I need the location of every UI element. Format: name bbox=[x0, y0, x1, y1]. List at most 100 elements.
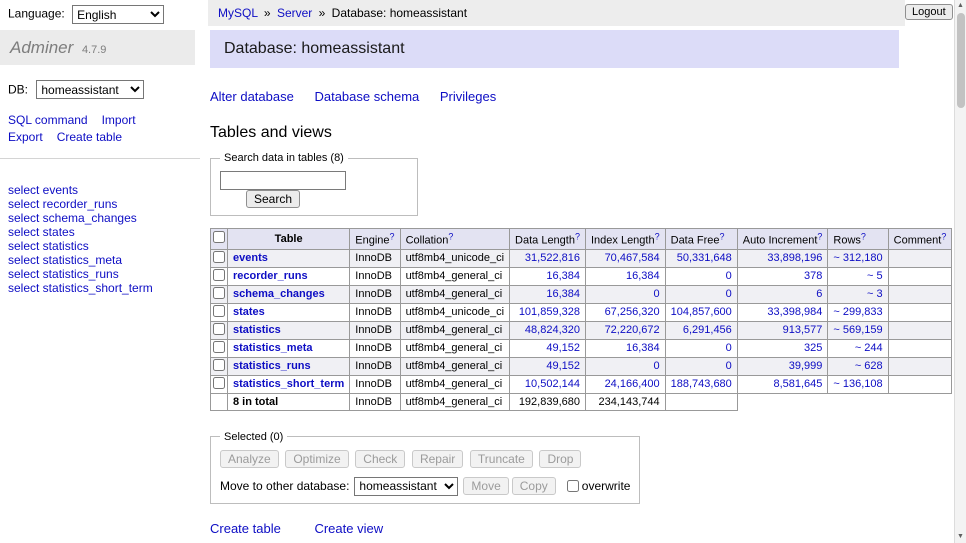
rows-count-link[interactable]: ~ 244 bbox=[855, 342, 883, 354]
table-name-link[interactable]: recorder_runs bbox=[233, 270, 308, 282]
create-table-link[interactable]: Create table bbox=[57, 130, 122, 144]
logout-button[interactable]: Logout bbox=[905, 4, 953, 20]
sidebar-item-select-statistics-meta[interactable]: select statistics_meta bbox=[8, 253, 192, 267]
data-free-link[interactable]: 0 bbox=[726, 342, 732, 354]
row-checkbox[interactable] bbox=[213, 287, 225, 299]
row-checkbox[interactable] bbox=[213, 377, 225, 389]
language-select[interactable]: English bbox=[72, 5, 164, 24]
sidebar-item-select-statistics-short-term[interactable]: select statistics_short_term bbox=[8, 281, 192, 295]
truncate-button[interactable]: Truncate bbox=[470, 450, 533, 468]
data-free-link[interactable]: 104,857,600 bbox=[671, 306, 732, 318]
privileges-link[interactable]: Privileges bbox=[440, 89, 496, 104]
data-length-link[interactable]: 49,152 bbox=[546, 360, 580, 372]
move-db-select[interactable]: homeassistant bbox=[354, 477, 458, 496]
index-length-link[interactable]: 0 bbox=[654, 360, 660, 372]
import-link[interactable]: Import bbox=[102, 113, 136, 127]
index-length-link[interactable]: 70,467,584 bbox=[605, 252, 660, 264]
alter-database-link[interactable]: Alter database bbox=[210, 89, 294, 104]
help-link[interactable]: ? bbox=[861, 235, 866, 247]
data-length-link[interactable]: 16,384 bbox=[546, 270, 580, 282]
breadcrumb-server-link[interactable]: Server bbox=[277, 6, 312, 20]
search-input[interactable] bbox=[220, 171, 346, 190]
table-name-link[interactable]: statistics bbox=[233, 324, 281, 336]
data-free-link[interactable]: 0 bbox=[726, 288, 732, 300]
select-all-checkbox[interactable] bbox=[213, 231, 225, 243]
help-link[interactable]: ? bbox=[720, 235, 725, 247]
optimize-button[interactable]: Optimize bbox=[285, 450, 348, 468]
rows-count-link[interactable]: ~ 5 bbox=[867, 270, 883, 282]
data-free-link[interactable]: 6,291,456 bbox=[683, 324, 732, 336]
table-name-link[interactable]: statistics_short_term bbox=[233, 378, 344, 390]
row-checkbox[interactable] bbox=[213, 323, 225, 335]
auto-increment-link[interactable]: 325 bbox=[804, 342, 822, 354]
db-select[interactable]: homeassistant bbox=[36, 80, 144, 99]
analyze-button[interactable]: Analyze bbox=[220, 450, 279, 468]
sidebar-item-select-events[interactable]: select events bbox=[8, 183, 192, 197]
auto-increment-link[interactable]: 39,999 bbox=[789, 360, 823, 372]
rows-count-link[interactable]: ~ 136,108 bbox=[833, 378, 882, 390]
auto-increment-link[interactable]: 33,398,984 bbox=[767, 306, 822, 318]
sidebar-item-select-statistics[interactable]: select statistics bbox=[8, 239, 192, 253]
sidebar-item-select-states[interactable]: select states bbox=[8, 225, 192, 239]
data-length-link[interactable]: 48,824,320 bbox=[525, 324, 580, 336]
table-name-link[interactable]: schema_changes bbox=[233, 288, 325, 300]
index-length-link[interactable]: 0 bbox=[654, 288, 660, 300]
auto-increment-link[interactable]: 913,577 bbox=[783, 324, 823, 336]
help-link[interactable]: ? bbox=[655, 235, 660, 247]
table-name-link[interactable]: statistics_runs bbox=[233, 360, 311, 372]
data-length-link[interactable]: 101,859,328 bbox=[519, 306, 580, 318]
sidebar-item-select-schema-changes[interactable]: select schema_changes bbox=[8, 211, 192, 225]
data-free-link[interactable]: 188,743,680 bbox=[671, 378, 732, 390]
data-length-link[interactable]: 16,384 bbox=[546, 288, 580, 300]
repair-button[interactable]: Repair bbox=[412, 450, 463, 468]
auto-increment-link[interactable]: 8,581,645 bbox=[773, 378, 822, 390]
index-length-link[interactable]: 16,384 bbox=[626, 342, 660, 354]
create-view-link[interactable]: Create view bbox=[314, 521, 383, 536]
sidebar-item-select-statistics-runs[interactable]: select statistics_runs bbox=[8, 267, 192, 281]
auto-increment-link[interactable]: 6 bbox=[816, 288, 822, 300]
check-button[interactable]: Check bbox=[355, 450, 405, 468]
data-free-link[interactable]: 50,331,648 bbox=[677, 252, 732, 264]
copy-button[interactable]: Copy bbox=[512, 477, 556, 495]
auto-increment-link[interactable]: 378 bbox=[804, 270, 822, 282]
data-length-link[interactable]: 49,152 bbox=[546, 342, 580, 354]
table-name-link[interactable]: events bbox=[233, 252, 268, 264]
move-button[interactable]: Move bbox=[463, 477, 508, 495]
rows-count-link[interactable]: ~ 299,833 bbox=[833, 306, 882, 318]
index-length-link[interactable]: 67,256,320 bbox=[605, 306, 660, 318]
auto-increment-link[interactable]: 33,898,196 bbox=[767, 252, 822, 264]
rows-count-link[interactable]: ~ 312,180 bbox=[833, 252, 882, 264]
rows-count-link[interactable]: ~ 569,159 bbox=[833, 324, 882, 336]
row-checkbox[interactable] bbox=[213, 305, 225, 317]
sidebar-item-select-recorder-runs[interactable]: select recorder_runs bbox=[8, 197, 192, 211]
drop-button[interactable]: Drop bbox=[539, 450, 581, 468]
export-link[interactable]: Export bbox=[8, 130, 43, 144]
data-length-link[interactable]: 10,502,144 bbox=[525, 378, 580, 390]
data-free-link[interactable]: 0 bbox=[726, 360, 732, 372]
table-name-link[interactable]: statistics_meta bbox=[233, 342, 313, 354]
help-link[interactable]: ? bbox=[448, 235, 453, 247]
database-schema-link[interactable]: Database schema bbox=[314, 89, 419, 104]
help-link[interactable]: ? bbox=[390, 235, 395, 247]
help-link[interactable]: ? bbox=[575, 235, 580, 247]
scroll-down-icon[interactable]: ▼ bbox=[955, 531, 966, 543]
row-checkbox[interactable] bbox=[213, 341, 225, 353]
vertical-scrollbar[interactable]: ▲ ▼ bbox=[954, 0, 966, 543]
row-checkbox[interactable] bbox=[213, 269, 225, 281]
scroll-up-icon[interactable]: ▲ bbox=[955, 0, 966, 12]
index-length-link[interactable]: 72,220,672 bbox=[605, 324, 660, 336]
create-table-link-main[interactable]: Create table bbox=[210, 521, 281, 536]
search-button[interactable]: Search bbox=[246, 190, 300, 208]
data-length-link[interactable]: 31,522,816 bbox=[525, 252, 580, 264]
adminer-logo[interactable]: Adminer bbox=[10, 38, 73, 57]
help-link[interactable]: ? bbox=[817, 235, 822, 247]
index-length-link[interactable]: 16,384 bbox=[626, 270, 660, 282]
scrollbar-thumb[interactable] bbox=[957, 13, 965, 108]
rows-count-link[interactable]: ~ 3 bbox=[867, 288, 883, 300]
overwrite-checkbox[interactable] bbox=[567, 480, 579, 492]
data-free-link[interactable]: 0 bbox=[726, 270, 732, 282]
index-length-link[interactable]: 24,166,400 bbox=[605, 378, 660, 390]
sql-command-link[interactable]: SQL command bbox=[8, 113, 88, 127]
row-checkbox[interactable] bbox=[213, 251, 225, 263]
table-name-link[interactable]: states bbox=[233, 306, 265, 318]
